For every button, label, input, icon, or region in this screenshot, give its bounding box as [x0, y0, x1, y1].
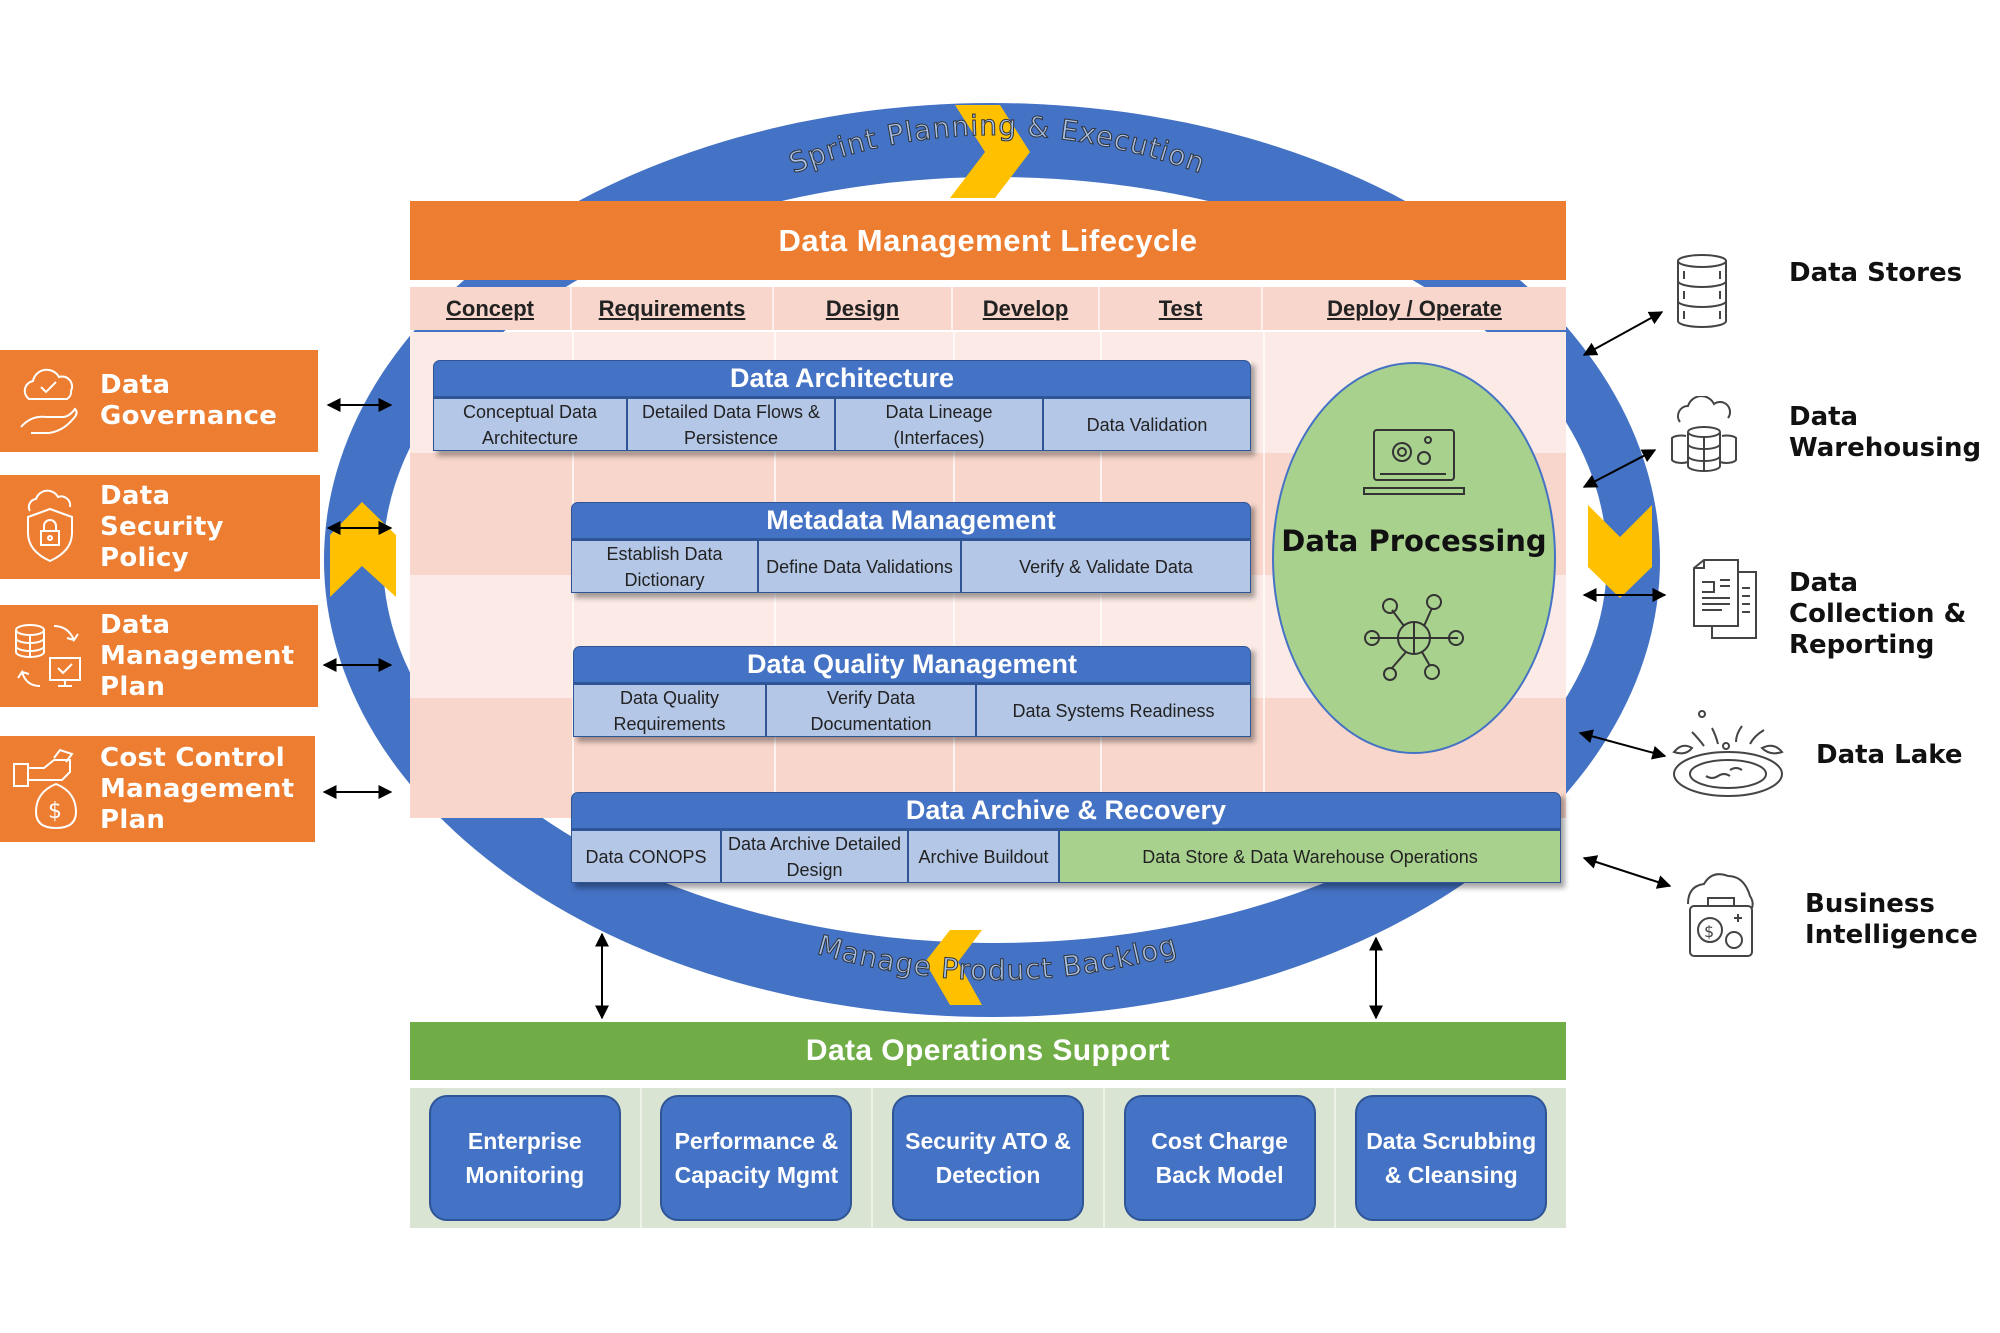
ops-tile-data-scrubbing[interactable]: Data Scrubbing & Cleansing — [1355, 1095, 1548, 1221]
block-title: Data Archive & Recovery — [571, 792, 1561, 829]
left-item-data-management-plan[interactable]: Data Management Plan — [0, 605, 318, 707]
phase-deploy-operate[interactable]: Deploy / Operate — [1263, 287, 1566, 330]
phase-develop[interactable]: Develop — [953, 287, 1100, 330]
database-monitor-cycle-icon — [0, 605, 100, 707]
block-cell[interactable]: Define Data Validations — [758, 539, 961, 593]
arrow-bi — [1582, 855, 1672, 889]
lifecycle-title: Data Management Lifecycle — [410, 201, 1566, 280]
ops-tile-enterprise-monitoring[interactable]: Enterprise Monitoring — [428, 1095, 621, 1221]
left-item-label: Data Security Policy — [100, 480, 224, 573]
block-cell[interactable]: Verify & Validate Data — [961, 539, 1251, 593]
laptop-gears-icon — [1362, 428, 1466, 507]
left-item-data-governance[interactable]: Data Governance — [0, 350, 318, 452]
right-item-data-warehousing[interactable]: Data Warehousing — [1789, 402, 2000, 464]
block-cell[interactable]: Data Validation — [1043, 397, 1251, 451]
phase-design[interactable]: Design — [774, 287, 953, 330]
phase-test[interactable]: Test — [1100, 287, 1263, 330]
phase-concept[interactable]: Concept — [410, 287, 572, 330]
block-metadata-management[interactable]: Metadata Management Establish Data Dicti… — [571, 502, 1251, 593]
block-cell[interactable]: Detailed Data Flows & Persistence — [627, 397, 835, 451]
block-cell[interactable]: Data Store & Data Warehouse Operations — [1059, 829, 1561, 883]
phase-row: Concept Requirements Design Develop Test… — [410, 287, 1566, 330]
svg-text:$: $ — [48, 799, 62, 824]
operations-title: Data Operations Support — [410, 1022, 1566, 1080]
block-title: Data Quality Management — [573, 646, 1251, 683]
right-item-data-stores[interactable]: Data Stores — [1789, 258, 1962, 289]
shield-lock-cloud-icon — [0, 475, 100, 579]
block-cell[interactable]: Data CONOPS — [571, 829, 721, 883]
left-item-data-security-policy[interactable]: Data Security Policy — [0, 475, 320, 579]
cloud-hand-check-icon — [0, 350, 100, 452]
block-cell[interactable]: Data Archive Detailed Design — [721, 829, 908, 883]
network-globe-icon — [1364, 590, 1464, 691]
arrow-data-stores — [1582, 311, 1664, 356]
left-item-cost-control-management-plan[interactable]: $ Cost Control Management Plan — [0, 736, 315, 842]
right-item-data-lake[interactable]: Data Lake — [1816, 740, 1963, 771]
block-data-archive-recovery[interactable]: Data Archive & Recovery Data CONOPS Data… — [571, 792, 1561, 883]
svg-text:$: $ — [1704, 922, 1714, 941]
ops-tile-cost-charge-back[interactable]: Cost Charge Back Model — [1123, 1095, 1316, 1221]
data-processing-ellipse[interactable] — [1272, 362, 1556, 754]
block-title: Data Architecture — [433, 360, 1251, 397]
left-item-label: Data Management Plan — [100, 609, 295, 702]
block-cell[interactable]: Data Lineage (Interfaces) — [835, 397, 1043, 451]
briefcase-gears-icon: $ — [1686, 868, 1756, 965]
ops-tile-performance-capacity[interactable]: Performance & Capacity Mgmt — [660, 1095, 853, 1221]
block-cell[interactable]: Verify Data Documentation — [766, 683, 976, 737]
right-item-business-intelligence[interactable]: Business Intelligence — [1805, 889, 2000, 951]
lake-splash-icon — [1668, 708, 1788, 805]
database-stack-icon — [1674, 253, 1730, 334]
hand-money-bag-icon: $ — [0, 736, 100, 842]
block-cell[interactable]: Data Systems Readiness — [976, 683, 1251, 737]
operations-panel: Enterprise Monitoring Performance & Capa… — [410, 1088, 1566, 1228]
left-item-label: Cost Control Management Plan — [100, 742, 295, 835]
column-divider — [1263, 330, 1265, 818]
data-processing-label: Data Processing — [1281, 524, 1547, 558]
block-cell[interactable]: Archive Buildout — [908, 829, 1059, 883]
cloud-databases-icon — [1668, 395, 1740, 481]
block-cell[interactable]: Data Quality Requirements — [573, 683, 766, 737]
ops-tile-security-ato[interactable]: Security ATO & Detection — [891, 1095, 1084, 1221]
block-data-quality-management[interactable]: Data Quality Management Data Quality Req… — [573, 646, 1251, 737]
block-cell[interactable]: Conceptual Data Architecture — [433, 397, 627, 451]
right-item-data-collection-reporting[interactable]: Data Collection & Reporting — [1789, 568, 2000, 661]
phase-requirements[interactable]: Requirements — [572, 287, 774, 330]
block-data-architecture[interactable]: Data Architecture Conceptual Data Archit… — [433, 360, 1251, 451]
block-cell[interactable]: Establish Data Dictionary — [571, 539, 758, 593]
left-item-label: Data Governance — [100, 370, 278, 431]
documents-icon — [1692, 558, 1758, 645]
block-title: Metadata Management — [571, 502, 1251, 539]
